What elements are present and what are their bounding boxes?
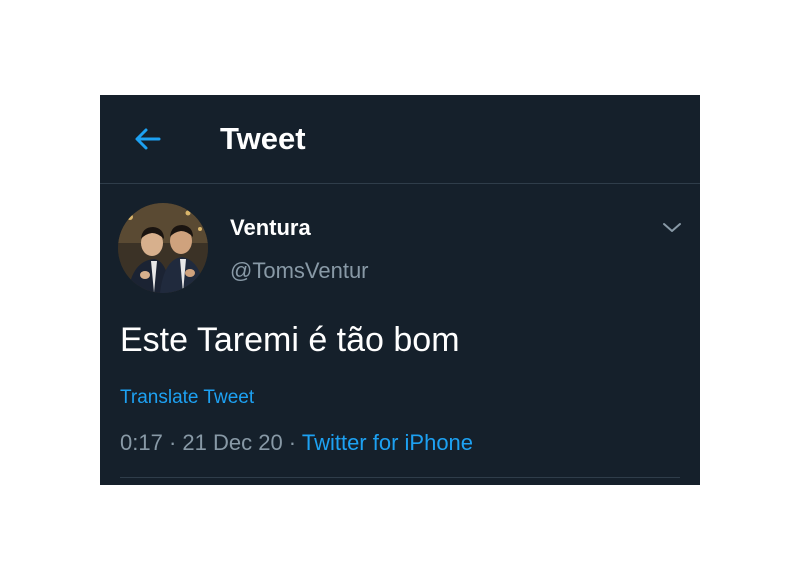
- meta-separator: ·: [282, 430, 302, 455]
- translate-tweet-link[interactable]: Translate Tweet: [120, 386, 254, 410]
- profile-photo: [118, 203, 208, 293]
- tweet-screen: Tweet Ventura @TomsVentur Este Taremi é …: [100, 95, 700, 485]
- top-bar: Tweet: [100, 95, 700, 184]
- avatar[interactable]: [118, 203, 208, 293]
- meta-separator: ·: [162, 430, 183, 455]
- author-handle[interactable]: @TomsVentur: [230, 258, 369, 284]
- author-name[interactable]: Ventura: [230, 215, 311, 241]
- chevron-down-icon: [663, 223, 681, 232]
- tweet-text: Este Taremi é tão bom: [120, 321, 460, 359]
- tweet-source-link[interactable]: Twitter for iPhone: [302, 430, 473, 455]
- arrow-left-icon: [135, 128, 161, 150]
- back-button[interactable]: [132, 123, 164, 155]
- tweet-metadata: 0:17 · 21 Dec 20 · Twitter for iPhone: [120, 429, 473, 457]
- tweet-date: 21 Dec 20: [182, 430, 283, 455]
- page-title: Tweet: [220, 121, 306, 156]
- tweet-time: 0:17: [120, 430, 163, 455]
- more-options-button[interactable]: [660, 217, 684, 237]
- divider: [120, 477, 680, 478]
